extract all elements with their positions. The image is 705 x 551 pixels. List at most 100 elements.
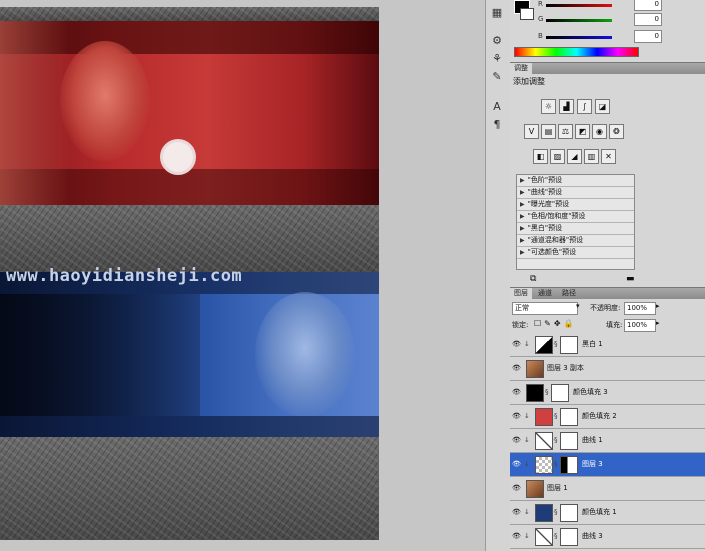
vibrance-icon[interactable]: V — [524, 124, 539, 139]
threshold-icon[interactable]: ◢ — [567, 149, 582, 164]
layer-row[interactable]: 👁 ↓ § 曲线 3 — [510, 525, 705, 549]
layer-mask-thumbnail[interactable] — [560, 408, 578, 426]
slider-track[interactable] — [546, 4, 612, 7]
tab-layers[interactable]: 图层 — [510, 288, 532, 299]
visibility-eye-icon[interactable]: 👁 — [512, 340, 521, 348]
layer-row[interactable]: 👁 ↓ § 曲线 1 — [510, 429, 705, 453]
visibility-eye-icon[interactable]: 👁 — [512, 388, 521, 396]
mask-link-icon[interactable]: § — [554, 412, 558, 420]
preset-item[interactable]: ▶ "曲线"预设 — [517, 187, 634, 199]
visibility-eye-icon[interactable]: 👁 — [512, 412, 521, 420]
tab-paths[interactable]: 路径 — [558, 288, 580, 299]
posterize-icon[interactable]: ▨ — [550, 149, 565, 164]
mask-link-icon[interactable]: § — [545, 388, 549, 396]
color-balance-icon[interactable]: ⚖ — [558, 124, 573, 139]
preset-item[interactable]: ▶ "黑白"预设 — [517, 223, 634, 235]
gradient-map-icon[interactable]: ▥ — [584, 149, 599, 164]
visibility-eye-icon[interactable]: 👁 — [512, 508, 521, 516]
selective-color-icon[interactable]: ✕ — [601, 149, 616, 164]
layer-mask-thumbnail[interactable] — [560, 456, 578, 474]
preset-item[interactable]: ▶ "可选颜色"预设 — [517, 247, 634, 259]
visibility-eye-icon[interactable]: 👁 — [512, 460, 521, 468]
layer-row[interactable]: 👁 ↓ § 黑白 1 — [510, 333, 705, 357]
blend-mode-select[interactable]: 正常 — [512, 302, 578, 315]
mask-link-icon[interactable]: § — [554, 460, 558, 468]
layer-name[interactable]: 曲线 1 — [582, 435, 603, 445]
layer-thumbnail[interactable] — [535, 432, 553, 450]
panel-menu-icon[interactable]: ▬ — [626, 274, 635, 284]
slider-track[interactable] — [546, 36, 612, 39]
layer-mask-thumbnail[interactable] — [560, 504, 578, 522]
curves-icon[interactable]: ∫ — [577, 99, 592, 114]
preset-item[interactable]: ▶ "通道混和器"预设 — [517, 235, 634, 247]
layer-row[interactable]: 👁 ↓ § 颜色填充 2 — [510, 405, 705, 429]
character-panel-icon[interactable]: A — [490, 100, 504, 114]
visibility-eye-icon[interactable]: 👁 — [512, 532, 521, 540]
layer-row[interactable]: 👁 ↓ § 颜色填充 1 — [510, 501, 705, 525]
black-white-icon[interactable]: ◩ — [575, 124, 590, 139]
layer-row[interactable]: 👁 图层 1 — [510, 477, 705, 501]
tab-channels[interactable]: 通道 — [534, 288, 556, 299]
layer-name[interactable]: 图层 1 — [547, 483, 568, 493]
layer-thumbnail[interactable] — [535, 336, 553, 354]
opacity-slider-icon[interactable]: ▸ — [656, 302, 660, 310]
layer-name[interactable]: 颜色填充 1 — [582, 507, 617, 517]
tab-adjustments[interactable]: 调整 — [510, 63, 532, 74]
slider-value-input[interactable]: 0 — [634, 13, 662, 26]
layer-thumbnail[interactable] — [535, 456, 553, 474]
layer-name[interactable]: 颜色填充 3 — [573, 387, 608, 397]
visibility-eye-icon[interactable]: 👁 — [512, 364, 521, 372]
layer-name[interactable]: 图层 3 — [582, 459, 603, 469]
hue-saturation-icon[interactable]: ▤ — [541, 124, 556, 139]
levels-icon[interactable]: ▟ — [559, 99, 574, 114]
exposure-icon[interactable]: ◪ — [595, 99, 610, 114]
layer-name[interactable]: 颜色填充 2 — [582, 411, 617, 421]
preset-item[interactable]: ▶ "曝光度"预设 — [517, 199, 634, 211]
fill-slider-icon[interactable]: ▸ — [656, 319, 660, 327]
slider-value-input[interactable]: 0 — [634, 30, 662, 43]
background-color-swatch[interactable] — [520, 8, 534, 20]
invert-icon[interactable]: ◧ — [533, 149, 548, 164]
color-panel-icon[interactable]: ▦ — [490, 6, 504, 20]
adjustment-footer-icon[interactable]: ⧉ — [530, 274, 536, 284]
paragraph-panel-icon[interactable]: ¶ — [490, 118, 504, 132]
layer-thumbnail[interactable] — [526, 480, 544, 498]
mask-link-icon[interactable]: § — [554, 532, 558, 540]
opacity-input[interactable]: 100% — [624, 302, 656, 315]
lock-options-icons[interactable]: ☐✎✥🔒 — [534, 319, 577, 328]
layer-thumbnail[interactable] — [535, 408, 553, 426]
blend-mode-dropdown-icon[interactable]: ▾ — [576, 302, 580, 310]
document-canvas-area[interactable]: www.haoyidiansheji.com — [0, 0, 485, 551]
layer-thumbnail[interactable] — [526, 384, 544, 402]
layer-name[interactable]: 图层 3 副本 — [547, 363, 584, 373]
tool-presets-icon[interactable]: ✎ — [490, 70, 504, 84]
layer-name[interactable]: 黑白 1 — [582, 339, 603, 349]
mask-link-icon[interactable]: § — [554, 508, 558, 516]
preset-item[interactable]: ▶ "色阶"预设 — [517, 175, 634, 187]
layer-mask-thumbnail[interactable] — [560, 336, 578, 354]
layer-mask-thumbnail[interactable] — [560, 528, 578, 546]
visibility-eye-icon[interactable]: 👁 — [512, 436, 521, 444]
photo-filter-icon[interactable]: ◉ — [592, 124, 607, 139]
layer-thumbnail[interactable] — [535, 504, 553, 522]
clone-source-icon[interactable]: ⚘ — [490, 52, 504, 66]
layer-row[interactable]: 👁 ↓ § 图层 3 — [510, 453, 705, 477]
channel-mixer-icon[interactable]: ❂ — [609, 124, 624, 139]
layer-thumbnail[interactable] — [535, 528, 553, 546]
brush-panel-icon[interactable]: ⚙ — [490, 34, 504, 48]
visibility-eye-icon[interactable]: 👁 — [512, 484, 521, 492]
mask-link-icon[interactable]: § — [554, 436, 558, 444]
layer-row[interactable]: 👁 图层 3 副本 — [510, 357, 705, 381]
color-spectrum-ramp[interactable] — [514, 47, 639, 57]
layer-mask-thumbnail[interactable] — [551, 384, 569, 402]
brightness-icon[interactable]: ☼ — [541, 99, 556, 114]
layer-thumbnail[interactable] — [526, 360, 544, 378]
layer-name[interactable]: 曲线 3 — [582, 531, 603, 541]
slider-track[interactable] — [546, 19, 612, 22]
layer-row[interactable]: 👁 § 颜色填充 3 — [510, 381, 705, 405]
fill-input[interactable]: 100% — [624, 319, 656, 332]
layer-mask-thumbnail[interactable] — [560, 432, 578, 450]
mask-link-icon[interactable]: § — [554, 340, 558, 348]
slider-value-input[interactable]: 0 — [634, 0, 662, 11]
preset-item[interactable]: ▶ "色相/饱和度"预设 — [517, 211, 634, 223]
